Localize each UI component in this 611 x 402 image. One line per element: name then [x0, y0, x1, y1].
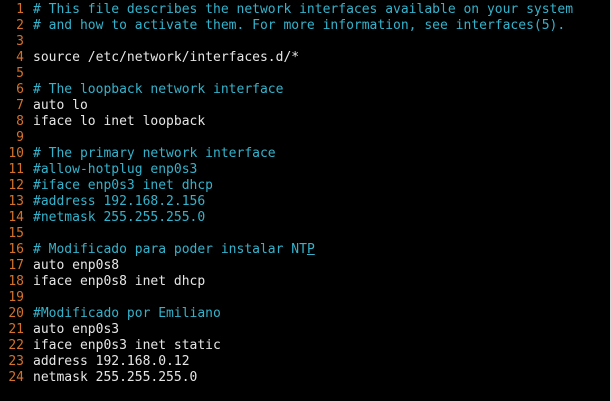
editor-line[interactable]: 18 iface enp0s8 inet dhcp	[0, 274, 611, 290]
line-number: 15	[8, 226, 24, 241]
code-text[interactable]	[33, 34, 611, 50]
code-text[interactable]: auto lo	[33, 98, 611, 114]
line-number: 3	[16, 34, 24, 49]
text-cursor: P	[306, 242, 315, 257]
editor-line[interactable]: 21 auto enp0s3	[0, 322, 611, 338]
comment-text[interactable]: # Modificado para poder instalar NTP	[33, 242, 611, 258]
comment-text[interactable]: #allow-hotplug enp0s3	[33, 162, 611, 178]
code-text[interactable]	[33, 290, 611, 306]
code-text[interactable]: address 192.168.0.12	[33, 354, 611, 370]
line-content: source /etc/network/interfaces.d/*	[33, 50, 300, 65]
editor-line[interactable]: 14 #netmask 255.255.255.0	[0, 210, 611, 226]
comment-text[interactable]: # This file describes the network interf…	[33, 2, 611, 18]
line-number: 18	[8, 274, 24, 289]
line-number: 22	[8, 338, 24, 353]
line-number: 11	[8, 162, 24, 177]
line-content: iface enp0s3 inet static	[33, 338, 221, 353]
editor-line[interactable]: 11 #allow-hotplug enp0s3	[0, 162, 611, 178]
line-content: auto lo	[33, 98, 88, 113]
line-content: #iface enp0s3 inet dhcp	[33, 178, 214, 193]
line-number: 12	[8, 178, 24, 193]
line-content: iface lo inet loopback	[33, 114, 206, 129]
line-number: 1	[16, 2, 24, 17]
line-number: 17	[8, 258, 24, 273]
line-content: #address 192.168.2.156	[33, 194, 206, 209]
code-text[interactable]: iface enp0s8 inet dhcp	[33, 274, 611, 290]
comment-text[interactable]: #iface enp0s3 inet dhcp	[33, 178, 611, 194]
line-number: 2	[16, 18, 24, 33]
line-content: #netmask 255.255.255.0	[33, 210, 206, 225]
line-number: 5	[16, 66, 24, 81]
code-text[interactable]: auto enp0s8	[33, 258, 611, 274]
line-number: 8	[16, 114, 24, 129]
code-text[interactable]: iface enp0s3 inet static	[33, 338, 611, 354]
line-content: auto enp0s3	[33, 322, 120, 337]
comment-text[interactable]: #netmask 255.255.255.0	[33, 210, 611, 226]
line-content: # This file describes the network interf…	[33, 2, 574, 17]
line-number: 6	[16, 82, 24, 97]
editor-line[interactable]: 6 # The loopback network interface	[0, 82, 611, 98]
comment-text[interactable]: # The loopback network interface	[33, 82, 611, 98]
editor-line[interactable]: 12 #iface enp0s3 inet dhcp	[0, 178, 611, 194]
editor-line[interactable]: 20 #Modificado por Emiliano	[0, 306, 611, 322]
code-text[interactable]: auto enp0s3	[33, 322, 611, 338]
line-number: 19	[8, 290, 24, 305]
comment-text[interactable]: # The primary network interface	[33, 146, 611, 162]
code-text[interactable]: source /etc/network/interfaces.d/*	[33, 50, 611, 66]
line-number: 7	[16, 98, 24, 113]
editor-line[interactable]: 8 iface lo inet loopback	[0, 114, 611, 130]
line-number: 24	[8, 370, 24, 385]
code-text[interactable]: iface lo inet loopback	[33, 114, 611, 130]
code-text[interactable]	[33, 226, 611, 242]
line-number: 16	[8, 242, 24, 257]
editor-line[interactable]: 22 iface enp0s3 inet static	[0, 338, 611, 354]
line-content: # Modificado para poder instalar NT	[33, 242, 307, 257]
comment-text[interactable]: #address 192.168.2.156	[33, 194, 611, 210]
line-number: 20	[8, 306, 24, 321]
code-text[interactable]	[33, 66, 611, 82]
editor-line[interactable]: 17 auto enp0s8	[0, 258, 611, 274]
editor-line[interactable]: 15	[0, 226, 611, 242]
comment-text[interactable]: # and how to activate them. For more inf…	[33, 18, 611, 34]
line-number: 21	[8, 322, 24, 337]
line-number: 14	[8, 210, 24, 225]
line-number: 9	[16, 130, 24, 145]
line-content: iface enp0s8 inet dhcp	[33, 274, 206, 289]
text-editor[interactable]: 1 # This file describes the network inter…	[0, 0, 611, 402]
line-content: #Modificado por Emiliano	[33, 306, 221, 321]
editor-line[interactable]: 13 #address 192.168.2.156	[0, 194, 611, 210]
line-content: # and how to activate them. For more inf…	[33, 18, 566, 33]
line-number: 13	[8, 194, 24, 209]
editor-line[interactable]: 16 # Modificado para poder instalar NTP	[0, 242, 611, 258]
editor-line[interactable]: 23 address 192.168.0.12	[0, 354, 611, 370]
comment-text[interactable]: #Modificado por Emiliano	[33, 306, 611, 322]
editor-line[interactable]: 1 # This file describes the network inter…	[0, 2, 611, 18]
editor-line[interactable]: 2 # and how to activate them. For more in…	[0, 18, 611, 34]
code-text[interactable]: netmask 255.255.255.0	[33, 370, 611, 386]
line-content: # The primary network interface	[33, 146, 276, 161]
editor-line[interactable]: 3	[0, 34, 611, 50]
line-number: 23	[8, 354, 24, 369]
editor-line[interactable]: 9	[0, 130, 611, 146]
editor-line[interactable]: 24 netmask 255.255.255.0	[0, 370, 611, 386]
line-content: # The loopback network interface	[33, 82, 284, 97]
editor-line[interactable]: 19	[0, 290, 611, 306]
line-content: netmask 255.255.255.0	[33, 370, 198, 385]
line-content: auto enp0s8	[33, 258, 120, 273]
editor-lines: 1 # This file describes the network inter…	[0, 2, 611, 386]
line-number: 10	[8, 146, 24, 161]
line-number: 4	[16, 50, 24, 65]
line-content: address 192.168.0.12	[33, 354, 190, 369]
editor-line[interactable]: 5	[0, 66, 611, 82]
editor-line[interactable]: 10 # The primary network interface	[0, 146, 611, 162]
line-content: #allow-hotplug enp0s3	[33, 162, 198, 177]
code-text[interactable]	[33, 130, 611, 146]
editor-line[interactable]: 7 auto lo	[0, 98, 611, 114]
editor-line[interactable]: 4 source /etc/network/interfaces.d/*	[0, 50, 611, 66]
